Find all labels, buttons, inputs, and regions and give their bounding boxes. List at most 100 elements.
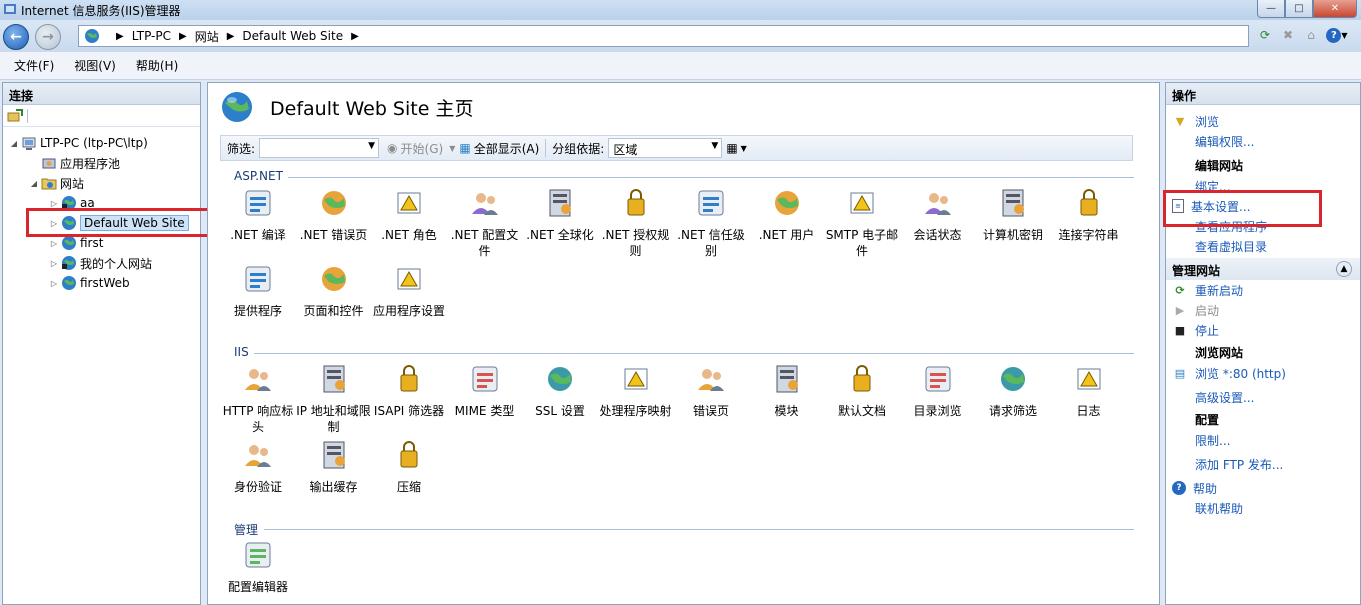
http-response-headers-icon <box>245 369 271 391</box>
modules-icon <box>776 365 798 393</box>
connect-icon[interactable] <box>7 108 23 124</box>
feature-iis-modules[interactable]: 模块 <box>749 363 825 419</box>
forward-button[interactable]: → <box>35 24 61 50</box>
feature-iis-request-filtering[interactable]: 请求筛选 <box>975 363 1051 419</box>
feature-label: .NET 配置文件 <box>450 228 519 258</box>
action-view-virtual-dirs[interactable]: 查看虚拟目录 <box>1166 236 1360 256</box>
home-button[interactable]: ⌂ <box>1301 26 1321 44</box>
feature-iis-error-pages[interactable]: 错误页 <box>673 363 749 419</box>
feature-iis-directory-browsing[interactable]: 目录浏览 <box>900 363 976 419</box>
action-start[interactable]: ▶ 启动 <box>1166 300 1360 320</box>
feature-iis-mime-types[interactable]: MIME 类型 <box>447 363 523 419</box>
forward-arrow-icon: → <box>42 29 54 45</box>
collapse-arrow-icon[interactable]: ◢ <box>29 179 39 188</box>
feature-aspnet-roles[interactable]: .NET 角色 <box>371 187 447 243</box>
action-limits[interactable]: 限制... <box>1166 430 1360 450</box>
feature-iis-ssl-settings[interactable]: SSL 设置 <box>522 363 598 419</box>
feature-configuration-editor[interactable]: 配置编辑器 <box>220 539 296 595</box>
tree-node-firstweb[interactable]: ▷ firstWeb <box>3 273 200 293</box>
chevron-right-icon: ▶ <box>226 30 235 42</box>
feature-aspnet-machine-key[interactable]: 计算机密钥 <box>975 187 1051 243</box>
view-grid-icon: ▦ <box>726 141 738 155</box>
feature-iis-default-document[interactable]: 默认文档 <box>824 363 900 419</box>
feature-label: ISAPI 筛选器 <box>373 404 445 418</box>
play-icon: ▶ <box>1175 303 1185 317</box>
view-mode-button[interactable]: ▦ ▼ <box>726 141 747 155</box>
feature-aspnet-pages-controls[interactable]: 页面和控件 <box>296 263 372 319</box>
maximize-button[interactable]: □ <box>1285 0 1313 18</box>
action-online-help[interactable]: 联机帮助 <box>1166 498 1360 518</box>
ip-domain-restrictions-icon <box>323 365 345 393</box>
chevron-down-icon: ▼ <box>1341 30 1348 40</box>
feature-aspnet-profile[interactable]: .NET 配置文件 <box>447 187 523 259</box>
feature-aspnet-connection-strings[interactable]: 连接字符串 <box>1051 187 1127 243</box>
feature-aspnet-providers[interactable]: 提供程序 <box>220 263 296 319</box>
stop-button[interactable]: ✖ <box>1278 26 1298 44</box>
menu-help[interactable]: 帮助(H) <box>126 57 188 74</box>
action-stop[interactable]: ■ 停止 <box>1166 320 1360 340</box>
feature-label: 配置编辑器 <box>227 580 288 594</box>
tree-node-sites[interactable]: ◢ 网站 <box>3 173 200 193</box>
feature-iis-ip-domain-restrictions[interactable]: IP 地址和域限制 <box>296 363 372 435</box>
feature-iis-http-response-headers[interactable]: HTTP 响应标头 <box>220 363 296 435</box>
feature-iis-authentication[interactable]: 身份验证 <box>220 439 296 495</box>
start-filter-button[interactable]: ◉ 开始(G) <box>387 140 443 157</box>
group-by-select[interactable]: 区域 ▼ <box>608 138 723 158</box>
expand-arrow-icon[interactable]: ▷ <box>49 259 59 268</box>
feature-aspnet-session-state[interactable]: 会话状态 <box>900 187 976 243</box>
expand-arrow-icon[interactable]: ▷ <box>49 279 59 288</box>
action-browse-http[interactable]: ▤ 浏览 *:80 (http) <box>1166 363 1360 383</box>
expand-arrow-icon[interactable]: ▷ <box>49 199 59 208</box>
collapse-up-icon[interactable]: ▲ <box>1336 261 1352 277</box>
feature-aspnet-compile[interactable]: .NET 编译 <box>220 187 296 243</box>
help-dropdown-button[interactable]: ? ▼ <box>1324 26 1350 44</box>
feature-aspnet-globalization[interactable]: .NET 全球化 <box>522 187 598 243</box>
collapse-arrow-icon[interactable]: ◢ <box>9 139 19 148</box>
action-restart[interactable]: ⟳ 重新启动 <box>1166 280 1360 300</box>
action-help[interactable]: ? 帮助 <box>1166 478 1360 498</box>
action-add-ftp[interactable]: 添加 FTP 发布... <box>1166 454 1360 474</box>
feature-aspnet-error-pages[interactable]: .NET 错误页 <box>296 187 372 243</box>
back-button[interactable]: ← <box>3 24 29 50</box>
feature-iis-isapi-filters[interactable]: ISAPI 筛选器 <box>371 363 447 419</box>
crumb-default-web-site[interactable]: Default Web Site <box>242 29 343 43</box>
crumb-sites[interactable]: 网站 <box>195 28 219 45</box>
feature-aspnet-app-settings[interactable]: 应用程序设置 <box>371 263 447 319</box>
show-all-button[interactable]: ▦ 全部显示(A) <box>459 140 539 157</box>
tree-node-server[interactable]: ◢ LTP-PC (ltp-PC\ltp) <box>3 133 200 153</box>
feature-label: 计算机密钥 <box>982 228 1043 242</box>
feature-iis-logging[interactable]: 日志 <box>1051 363 1127 419</box>
address-breadcrumb[interactable]: ▶ LTP-PC ▶ 网站 ▶ Default Web Site ▶ <box>78 25 1249 47</box>
feature-aspnet-users[interactable]: .NET 用户 <box>749 187 825 243</box>
minimize-button[interactable]: — <box>1257 0 1285 18</box>
feature-label: .NET 用户 <box>758 228 815 242</box>
page-header: Default Web Site 主页 <box>208 83 1159 131</box>
feature-label: 页面和控件 <box>303 304 364 318</box>
action-browse[interactable]: ▼ 浏览 <box>1166 111 1360 131</box>
feature-aspnet-authorization[interactable]: .NET 授权规则 <box>598 187 674 259</box>
globe-icon <box>62 276 76 290</box>
pages-controls-icon <box>321 267 346 291</box>
mime-types-icon <box>472 366 497 392</box>
feature-aspnet-trust-level[interactable]: .NET 信任级别 <box>673 187 749 259</box>
feature-label: 模块 <box>774 404 799 418</box>
tree-node-my-site[interactable]: ▷ 我的个人网站 <box>3 253 200 273</box>
action-edit-permissions[interactable]: 编辑权限... <box>1166 131 1360 151</box>
show-all-icon: ▦ <box>459 141 471 155</box>
browse-page-icon: ▤ <box>1174 366 1186 380</box>
chevron-down-icon[interactable]: ▼ <box>449 144 455 153</box>
menu-view[interactable]: 视图(V) <box>64 57 126 74</box>
feature-iis-compression[interactable]: 压缩 <box>371 439 447 495</box>
action-advanced-settings[interactable]: 高级设置... <box>1166 387 1360 407</box>
feature-iis-output-caching[interactable]: 输出缓存 <box>296 439 372 495</box>
feature-label: SMTP 电子邮件 <box>825 228 899 258</box>
menu-file[interactable]: 文件(F) <box>4 57 64 74</box>
tree-node-app-pools[interactable]: 应用程序池 <box>3 153 200 173</box>
filter-input[interactable]: ▼ <box>259 138 380 158</box>
close-button[interactable]: ✕ <box>1313 0 1357 18</box>
crumb-ltp-pc[interactable]: LTP-PC <box>132 29 171 43</box>
expand-arrow-icon[interactable]: ▷ <box>49 239 59 248</box>
feature-aspnet-smtp[interactable]: SMTP 电子邮件 <box>824 187 900 259</box>
refresh-button[interactable]: ⟳ <box>1255 26 1275 44</box>
feature-iis-handler-mappings[interactable]: 处理程序映射 <box>598 363 674 419</box>
